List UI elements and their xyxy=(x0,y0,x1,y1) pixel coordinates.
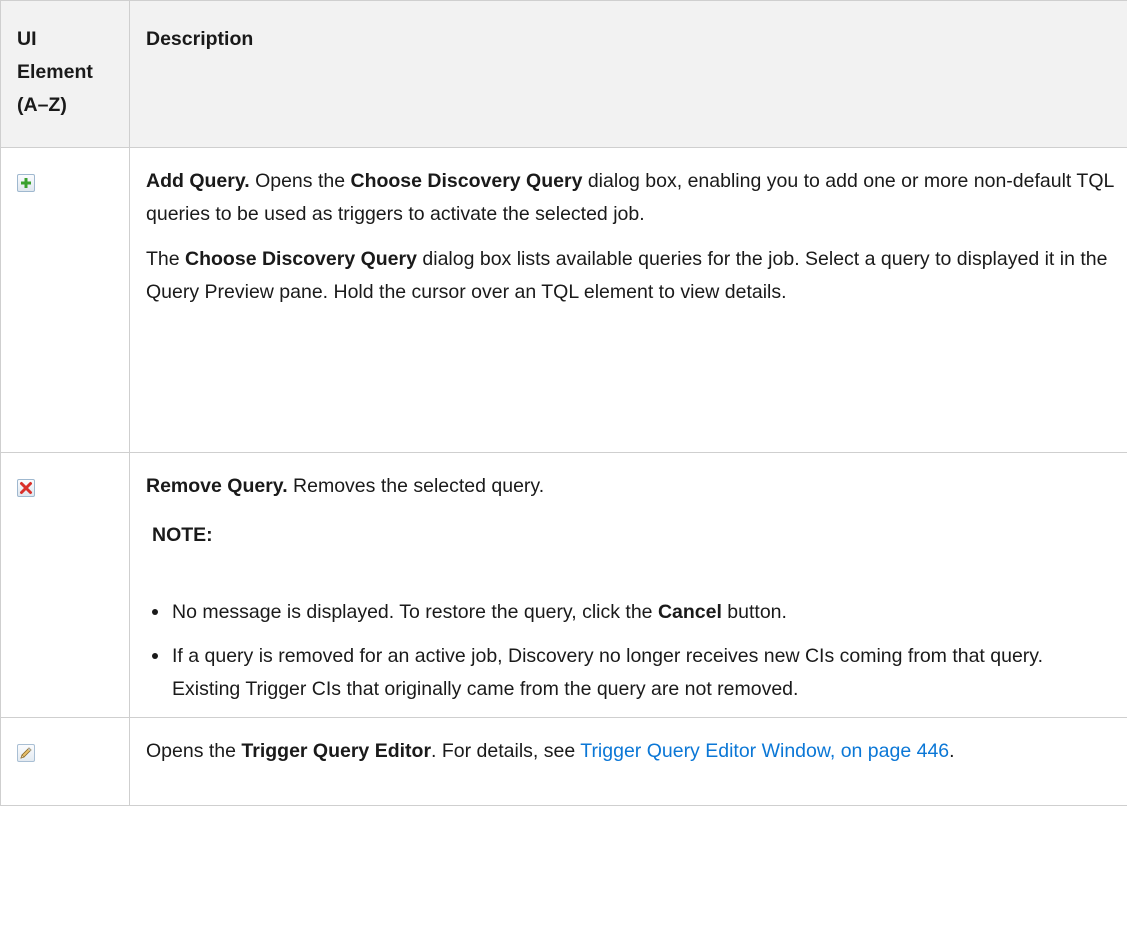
description-cell: Remove Query. Removes the selected query… xyxy=(129,452,1127,718)
table-header-row: UI Element (A–Z) Description xyxy=(0,0,1127,148)
text-span: . xyxy=(949,740,955,762)
header-ui-line1: UI xyxy=(17,28,37,50)
ui-elements-table: UI Element (A–Z) Description Add Query. … xyxy=(0,0,1127,806)
bold-term: Choose Discovery Query xyxy=(185,248,417,270)
bullet-dot xyxy=(152,609,158,615)
description-cell: Opens the Trigger Query Editor. For deta… xyxy=(129,717,1127,806)
header-description: Description xyxy=(129,0,1127,148)
remove-query-paragraph: Remove Query. Removes the selected query… xyxy=(146,470,1115,503)
bullet-dot xyxy=(152,653,158,659)
table-row: Remove Query. Removes the selected query… xyxy=(0,452,1127,718)
trigger-query-editor-link[interactable]: Trigger Query Editor Window, on page 446 xyxy=(580,740,949,762)
add-query-paragraph-1: Add Query. Opens the Choose Discovery Qu… xyxy=(146,165,1115,231)
icon-cell xyxy=(0,452,130,718)
text-span: Removes the selected query. xyxy=(287,475,545,497)
text-span: button. xyxy=(721,601,787,623)
add-query-title: Add Query. xyxy=(146,170,250,192)
header-ui-line2: Element xyxy=(17,61,93,83)
header-ui-element: UI Element (A–Z) xyxy=(0,0,130,148)
list-item: If a query is removed for an active job,… xyxy=(146,640,1115,706)
icon-cell xyxy=(0,147,130,453)
icon-cell xyxy=(0,717,130,806)
bold-term: Trigger Query Editor xyxy=(241,740,432,762)
table-row: Add Query. Opens the Choose Discovery Qu… xyxy=(0,147,1127,453)
add-query-paragraph-2: The Choose Discovery Query dialog box li… xyxy=(146,243,1115,309)
header-ui-line3: (A–Z) xyxy=(17,94,67,116)
text-span: If a query is removed for an active job,… xyxy=(172,645,1044,700)
text-span: No message is displayed. To restore the … xyxy=(172,601,658,623)
text-span: . For details, see xyxy=(431,740,581,762)
edit-query-paragraph: Opens the Trigger Query Editor. For deta… xyxy=(146,735,1115,768)
text-span: Opens the xyxy=(146,740,242,762)
description-cell: Add Query. Opens the Choose Discovery Qu… xyxy=(129,147,1127,453)
bold-term: Cancel xyxy=(657,601,722,623)
text-span: The xyxy=(146,248,186,270)
remove-x-icon[interactable] xyxy=(17,479,35,497)
edit-pencil-icon[interactable] xyxy=(17,744,35,762)
text-span: Opens the xyxy=(249,170,351,192)
note-bullet-list: No message is displayed. To restore the … xyxy=(146,596,1115,706)
add-plus-icon[interactable] xyxy=(17,174,35,192)
remove-query-title: Remove Query. xyxy=(146,475,288,497)
table-row: Opens the Trigger Query Editor. For deta… xyxy=(0,717,1127,806)
bold-term: Choose Discovery Query xyxy=(350,170,583,192)
list-item: No message is displayed. To restore the … xyxy=(146,596,1115,629)
note-label: NOTE: xyxy=(152,524,213,546)
